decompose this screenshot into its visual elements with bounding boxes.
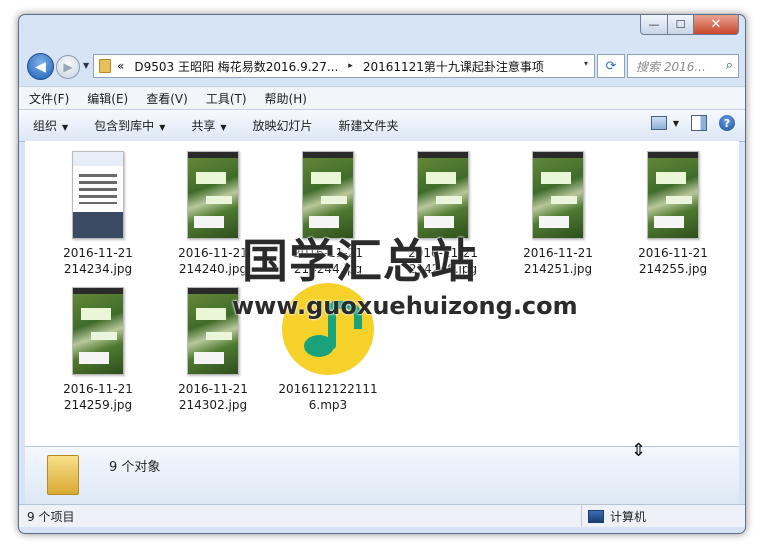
organize-button[interactable]: 组织 ▼	[19, 117, 80, 134]
folder-icon	[99, 59, 111, 73]
image-thumbnail	[72, 151, 124, 239]
folder-icon	[47, 455, 79, 495]
maximize-button[interactable]: ☐	[668, 15, 694, 35]
file-item[interactable]: 2016-11-21 214255.jpg	[618, 151, 728, 277]
status-item-count: 9 个项目	[27, 509, 75, 524]
chevron-down-icon: ▼	[62, 123, 69, 132]
image-thumbnail	[532, 151, 584, 239]
new-folder-button[interactable]: 新建文件夹	[325, 117, 411, 134]
file-name: 2016-11-21 214255.jpg	[638, 246, 708, 276]
caption-buttons: — ☐ ✕	[640, 15, 739, 35]
minimize-button[interactable]: —	[640, 15, 668, 35]
include-in-library-button[interactable]: 包含到库中 ▼	[80, 117, 177, 134]
recent-pages-dropdown[interactable]: ▼	[83, 61, 89, 70]
item-count-detail: 9 个对象	[109, 460, 161, 475]
file-name: 2016-11-21 214251.jpg	[523, 246, 593, 276]
help-icon[interactable]: ?	[719, 115, 735, 131]
command-bar: 组织 ▼ 包含到库中 ▼ 共享 ▼ 放映幻灯片 新建文件夹 ▼ ?	[19, 109, 745, 142]
search-icon[interactable]: ⌕	[726, 58, 733, 73]
organize-label: 组织	[33, 119, 58, 133]
file-name: 2016-11-21 214234.jpg	[63, 246, 133, 276]
breadcrumb-current[interactable]: 20161121第十九课起卦注意事项	[363, 58, 544, 75]
file-name: 2016112122111 6.mp3	[278, 382, 378, 412]
include-in-library-label: 包含到库中	[94, 119, 155, 133]
menu-help[interactable]: 帮助(H)	[255, 90, 315, 107]
computer-icon	[588, 509, 604, 523]
watermark-url: www.guoxuehuizong.com	[232, 292, 578, 320]
address-dropdown-icon[interactable]: ▾	[584, 59, 588, 68]
watermark-text: 国学汇总站	[242, 234, 477, 288]
refresh-icon: ⟳	[605, 58, 617, 74]
preview-pane-icon[interactable]	[691, 115, 707, 131]
file-item[interactable]: 2016-11-21 214251.jpg	[503, 151, 613, 277]
slideshow-button[interactable]: 放映幻灯片	[239, 117, 325, 134]
menu-bar: 文件(F) 编辑(E) 查看(V) 工具(T) 帮助(H)	[19, 86, 745, 109]
image-thumbnail	[72, 287, 124, 375]
file-item[interactable]: 2016-11-21 214259.jpg	[43, 287, 153, 413]
back-arrow-icon: ◀	[35, 58, 46, 75]
menu-edit[interactable]: 编辑(E)	[77, 90, 136, 107]
breadcrumb-separator-icon[interactable]: ▸	[348, 61, 353, 71]
search-input[interactable]: 搜索 2016... ⌕	[627, 54, 739, 78]
change-view-icon[interactable]	[650, 116, 667, 130]
share-button[interactable]: 共享 ▼	[177, 117, 238, 134]
image-thumbnail	[187, 151, 239, 239]
view-options-dropdown-icon[interactable]: ▼	[673, 119, 679, 128]
resize-cursor-icon: ⇕	[631, 440, 647, 461]
file-item[interactable]: 2016-11-21 214234.jpg	[43, 151, 153, 277]
search-placeholder: 搜索 2016...	[636, 59, 706, 74]
status-location: 计算机	[581, 505, 646, 527]
menu-view[interactable]: 查看(V)	[136, 90, 196, 107]
breadcrumb-parent[interactable]: D9503 王昭阳 梅花易数2016.9.27...	[134, 58, 338, 75]
chevron-down-icon: ▼	[159, 123, 166, 132]
chevron-down-icon: ▼	[220, 123, 227, 132]
toolbar-right: ▼ ?	[650, 115, 735, 131]
image-thumbnail	[647, 151, 699, 239]
file-name: 2016-11-21 214259.jpg	[63, 382, 133, 412]
refresh-button[interactable]: ⟳	[597, 54, 625, 78]
close-button[interactable]: ✕	[694, 15, 739, 35]
forward-button[interactable]: ▶	[56, 55, 80, 79]
status-location-label: 计算机	[610, 509, 647, 524]
menu-file[interactable]: 文件(F)	[19, 90, 77, 107]
address-bar[interactable]: « D9503 王昭阳 梅花易数2016.9.27... ▸ 20161121第…	[93, 54, 595, 78]
back-button[interactable]: ◀	[27, 53, 54, 80]
file-name: 2016-11-21 214302.jpg	[178, 382, 248, 412]
status-bar: 9 个项目 计算机	[19, 504, 745, 527]
forward-arrow-icon: ▶	[63, 60, 73, 74]
share-label: 共享	[191, 119, 216, 133]
address-row: ◀ ▶ ▼ « D9503 王昭阳 梅花易数2016.9.27... ▸ 201…	[27, 53, 739, 80]
menu-tools[interactable]: 工具(T)	[196, 90, 255, 107]
address-overflow-chevron[interactable]: «	[117, 59, 124, 73]
